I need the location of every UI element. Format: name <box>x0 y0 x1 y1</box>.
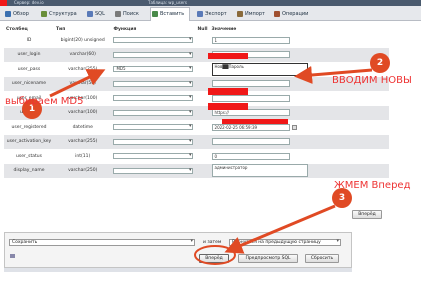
tab-label: Вставить <box>160 11 185 17</box>
column-name: user_login <box>4 47 54 62</box>
value-input[interactable] <box>211 138 290 146</box>
redacted-user-login <box>208 53 248 59</box>
calendar-icon[interactable] <box>291 124 297 130</box>
table-row: user_login varchar(60) <box>4 47 389 62</box>
header-column: Столбец <box>6 27 28 32</box>
column-type: varchar(255) <box>53 134 112 149</box>
export-icon <box>197 11 203 17</box>
function-select[interactable] <box>113 153 194 160</box>
value-input[interactable]: 0 <box>211 152 290 160</box>
browse-icon <box>5 11 11 17</box>
value-input[interactable]: администратор <box>211 164 308 178</box>
tab-bar: Обзор Структура SQL Поиск Вставить Экспо… <box>0 6 421 21</box>
function-select[interactable] <box>113 37 194 44</box>
preview-sql-button[interactable]: Предпросмотр SQL <box>238 254 298 263</box>
search-icon <box>115 11 121 17</box>
insert-icon <box>152 11 158 17</box>
step-1-text: выбираем MD5 <box>5 96 84 107</box>
tab-search[interactable]: Поиск <box>114 8 139 20</box>
column-type: varchar(60) <box>53 47 112 62</box>
header-function: Функция <box>113 27 137 32</box>
column-name: user_registered <box>4 120 54 135</box>
header-value: Значение <box>211 27 237 32</box>
redacted-email <box>208 103 248 110</box>
step-2-text: ВВОДИМ НОВЫ <box>332 75 412 86</box>
column-type: varchar(250) <box>53 163 112 178</box>
column-type: varchar(100) <box>53 105 112 120</box>
value-input[interactable]: 2022-02-25 06:59:39 <box>211 123 290 131</box>
tab-label: Операции <box>282 11 309 17</box>
reset-button[interactable]: Сбросить <box>305 254 339 263</box>
value-input[interactable] <box>211 80 290 88</box>
column-name: user_pass <box>4 62 54 77</box>
tab-label: Импорт <box>245 11 265 17</box>
value-input[interactable]: 1 <box>211 36 290 44</box>
tab-insert[interactable]: Вставить <box>150 7 190 21</box>
go-button[interactable]: Вперёд <box>199 254 229 263</box>
column-name: user_activation_key <box>4 134 54 149</box>
function-select[interactable] <box>113 95 194 102</box>
column-name: display_name <box>4 163 54 178</box>
function-select-md5[interactable]: MD5 <box>113 66 194 73</box>
table-row: ID bigint(20) unsigned 1 <box>4 33 389 48</box>
tab-label: Экспорт <box>205 11 227 17</box>
value-input[interactable]: https:// <box>211 109 290 117</box>
step-3-text: ЖМЕМ Вперед <box>334 180 411 191</box>
tab-browse[interactable]: Обзор <box>4 8 29 20</box>
table-row: display_name varchar(250) администратор <box>4 163 389 178</box>
tab-export[interactable]: Экспорт <box>196 8 227 20</box>
function-select[interactable] <box>113 124 194 131</box>
table-row: user_activation_key varchar(255) <box>4 134 389 149</box>
value-input[interactable] <box>211 94 290 102</box>
after-insert-select[interactable]: Вернуться на предыдущую страницу <box>229 239 341 246</box>
function-select[interactable] <box>113 51 194 58</box>
step-2-badge: 2 <box>370 53 390 73</box>
column-type: bigint(20) unsigned <box>53 33 112 48</box>
action-select[interactable]: Сохранить <box>9 239 195 246</box>
function-select[interactable] <box>113 109 194 116</box>
column-type: varchar(50) <box>53 76 112 91</box>
header-type: Тип <box>55 27 66 32</box>
password-value-input[interactable]: Нов██Пароль <box>211 62 308 76</box>
step-3-badge: 3 <box>332 188 352 208</box>
redacted-nicename <box>208 88 248 95</box>
submit-panel: Сохранить и затем Вернуться на предыдущу… <box>4 232 352 268</box>
tab-label: Структура <box>49 11 77 17</box>
tab-label: Поиск <box>123 11 139 17</box>
redacted-url <box>222 119 288 124</box>
panel-icon <box>10 254 15 258</box>
tab-operations[interactable]: Операции <box>273 8 308 20</box>
bottom-strip <box>4 268 352 272</box>
then-label: и затем <box>203 240 222 245</box>
column-name: user_status <box>4 149 54 164</box>
sql-icon <box>87 11 93 17</box>
tab-label: SQL <box>95 11 105 17</box>
table-row: user_url varchar(100) https:// <box>4 105 389 120</box>
column-name: user_nicename <box>4 76 54 91</box>
column-type: datetime <box>53 120 112 135</box>
function-select[interactable] <box>113 138 194 145</box>
tab-sql[interactable]: SQL <box>86 8 105 20</box>
tab-structure[interactable]: Структура <box>40 8 77 20</box>
table-row: user_status int(11) 0 <box>4 149 389 164</box>
operations-icon <box>274 11 280 17</box>
tab-label: Обзор <box>13 11 29 17</box>
structure-icon <box>41 11 47 17</box>
header-null: Null <box>197 27 208 32</box>
column-type: varchar(255) <box>53 62 112 77</box>
tab-import[interactable]: Импорт <box>236 8 265 20</box>
function-select[interactable] <box>113 167 194 174</box>
import-icon <box>237 11 243 17</box>
column-type: int(11) <box>53 149 112 164</box>
function-select[interactable] <box>113 80 194 87</box>
table-row: user_registered datetime 2022-02-25 06:5… <box>4 120 389 135</box>
grid-go-button[interactable]: Вперёд <box>352 210 382 219</box>
column-name: ID <box>4 33 54 48</box>
